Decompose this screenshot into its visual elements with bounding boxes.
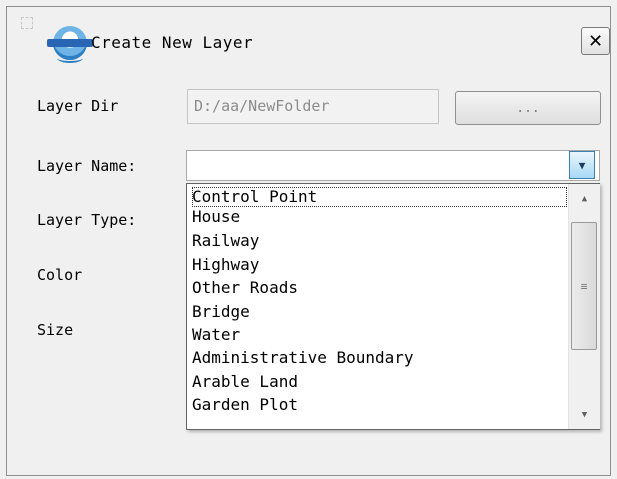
layer-type-label: Layer Type:: [37, 211, 137, 229]
close-icon: ✕: [587, 30, 604, 52]
scrollbar-thumb[interactable]: ≡: [571, 222, 597, 350]
list-item[interactable]: Other Roads: [192, 278, 567, 298]
list-item[interactable]: Arable Land: [192, 372, 567, 392]
combo-dropdown-button[interactable]: ▼: [569, 151, 595, 179]
list-item[interactable]: Garden Plot: [192, 395, 567, 415]
dialog-title: Create New Layer: [91, 33, 254, 52]
browse-button[interactable]: ...: [455, 91, 601, 125]
close-button[interactable]: ✕: [581, 27, 610, 55]
chevron-down-icon: ▼: [578, 158, 586, 172]
list-item[interactable]: Control Point: [192, 187, 567, 207]
layer-name-combo[interactable]: [186, 150, 600, 181]
grip-icon: ≡: [580, 279, 588, 293]
chevron-up-icon: ▲: [581, 194, 588, 204]
dropdown-scrollbar[interactable]: ▲ ≡ ▼: [568, 184, 600, 429]
color-label: Color: [37, 266, 83, 284]
list-item[interactable]: Water: [192, 325, 567, 345]
system-menu-icon[interactable]: [21, 17, 33, 29]
list-item[interactable]: Bridge: [192, 302, 567, 322]
list-item[interactable]: Highway: [192, 255, 567, 275]
layer-dir-label: Layer Dir: [37, 97, 119, 115]
list-item[interactable]: Administrative Boundary: [192, 348, 567, 368]
layer-name-label: Layer Name:: [37, 157, 137, 175]
chevron-down-icon: ▼: [581, 410, 588, 420]
list-item[interactable]: Railway: [192, 231, 567, 251]
create-layer-dialog: Create New Layer ✕ Layer Dir D:/aa/NewFo…: [6, 6, 611, 476]
scroll-up-button[interactable]: ▲: [569, 186, 600, 212]
scroll-down-button[interactable]: ▼: [569, 402, 600, 428]
size-label: Size: [37, 321, 74, 339]
title-bar[interactable]: Create New Layer ✕: [7, 7, 610, 77]
list-item[interactable]: House: [192, 207, 567, 227]
app-logo-icon: [47, 26, 93, 63]
layer-name-dropdown-list[interactable]: Control Point House Railway Highway Othe…: [186, 183, 600, 430]
layer-dir-field: D:/aa/NewFolder: [187, 89, 439, 124]
